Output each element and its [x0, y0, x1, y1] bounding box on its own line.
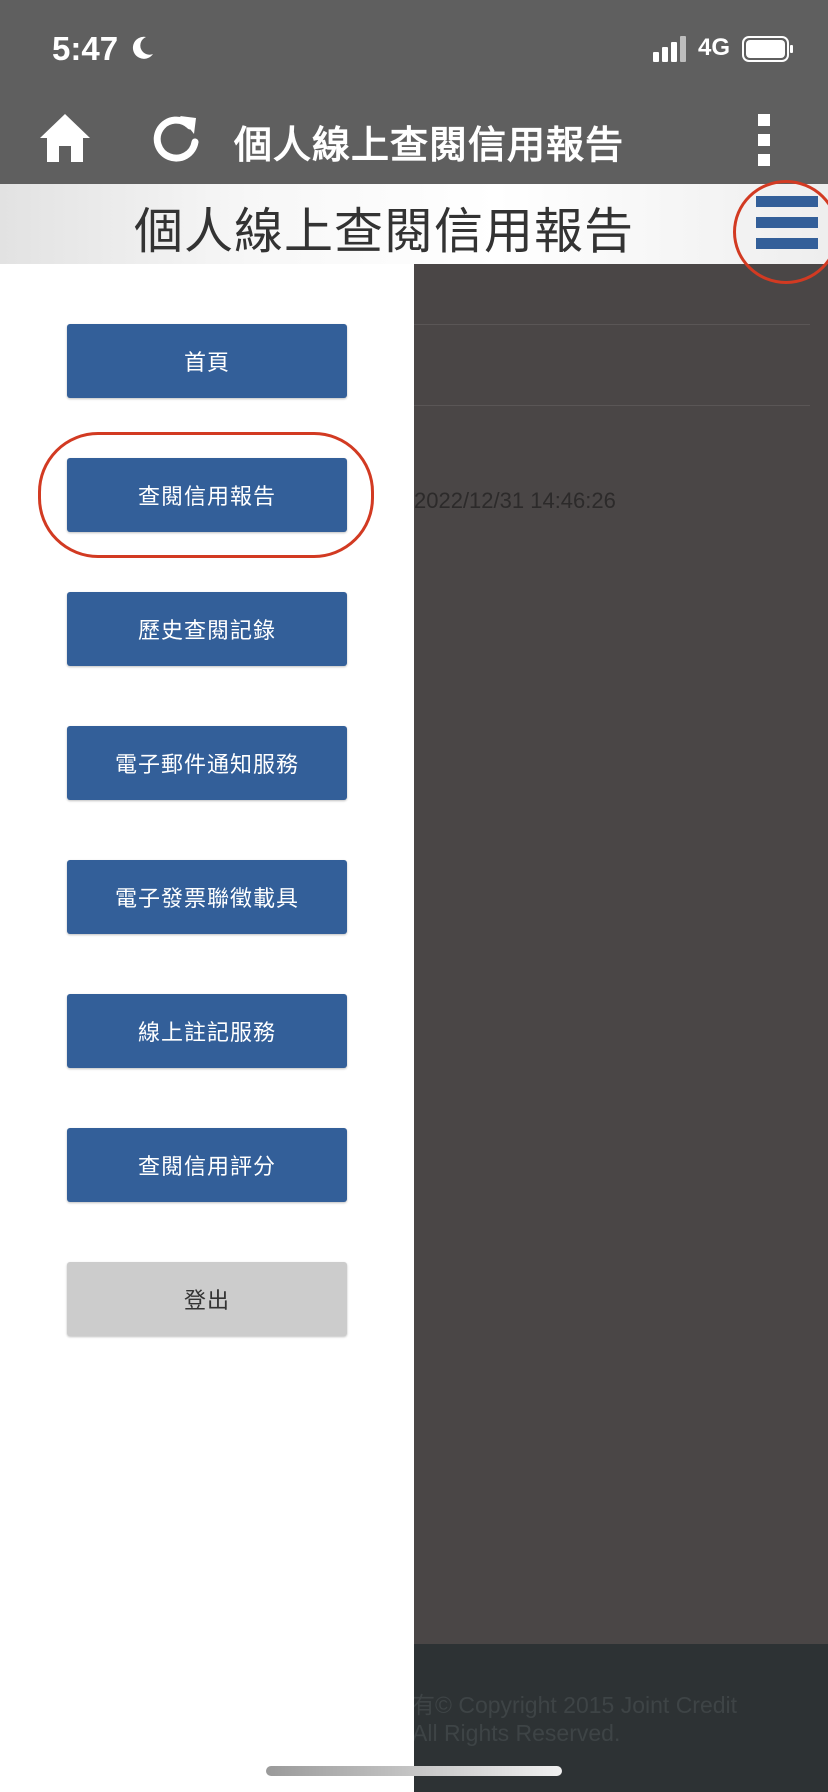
menu-credit-score-button[interactable]: 查閱信用評分	[67, 1128, 347, 1202]
status-bar: 5:47 4G	[0, 0, 828, 92]
refresh-icon[interactable]	[150, 112, 202, 164]
query-timestamp: 2022/12/31 14:46:26	[414, 488, 616, 513]
network-type: 4G	[698, 34, 731, 61]
battery-icon	[742, 36, 793, 62]
hamburger-menu-icon[interactable]	[756, 196, 818, 252]
menu-online-notation-button[interactable]: 線上註記服務	[67, 994, 347, 1068]
hamburger-line	[756, 196, 818, 207]
home-indicator[interactable]	[266, 1766, 562, 1776]
menu-home-button[interactable]: 首頁	[67, 324, 347, 398]
moon-icon	[132, 36, 153, 59]
banner-title: 個人線上查閱信用報告	[134, 203, 635, 260]
menu-history-button[interactable]: 歷史查閱記錄	[67, 592, 347, 666]
home-icon[interactable]	[38, 112, 92, 164]
page-banner: 個人線上查閱信用報告	[0, 184, 828, 264]
menu-email-notification-button[interactable]: 電子郵件通知服務	[67, 726, 347, 800]
menu-view-credit-report-button[interactable]: 查閱信用報告	[67, 458, 347, 532]
menu-e-invoice-carrier-button[interactable]: 電子發票聯徵載具	[67, 860, 347, 934]
app-bar-title: 個人線上查閱信用報告	[234, 123, 625, 167]
hamburger-line	[756, 217, 818, 228]
divider	[414, 324, 810, 325]
page-content-overlay: 2022/12/31 14:46:26	[414, 264, 828, 1644]
status-time: 5:47	[52, 30, 119, 67]
side-drawer: 首頁 查閱信用報告 歷史查閱記錄 電子郵件通知服務 電子發票聯徵載具 線上註記服…	[0, 264, 414, 1792]
app-bar: 個人線上查閱信用報告	[0, 92, 828, 184]
rights-text: All Rights Reserved.	[412, 1720, 621, 1746]
signal-icon	[653, 36, 686, 62]
copyright-text: 有© Copyright 2015 Joint Credit	[412, 1692, 738, 1718]
hamburger-line	[756, 238, 818, 249]
logout-button[interactable]: 登出	[67, 1262, 347, 1336]
more-options-icon[interactable]	[752, 114, 776, 166]
divider	[414, 405, 810, 406]
